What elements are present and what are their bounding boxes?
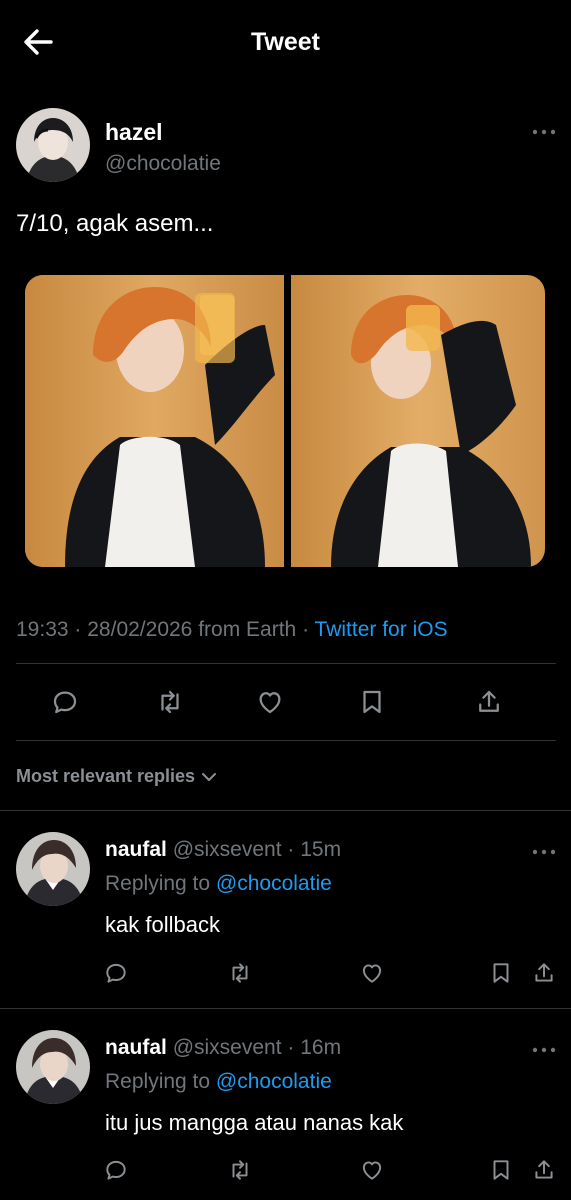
reply-button[interactable] xyxy=(98,1152,134,1188)
meta-separator: · xyxy=(74,618,82,641)
share-icon xyxy=(535,963,553,982)
reply-header: naufal @sixsevent · 16m xyxy=(105,1036,341,1060)
reply-more-button[interactable] xyxy=(532,1038,556,1059)
replying-to-label: Replying to xyxy=(105,872,211,895)
replies-sort-dropdown[interactable]: Most relevant replies xyxy=(16,766,217,787)
heart-icon xyxy=(259,692,281,714)
photo-1[interactable] xyxy=(25,275,284,567)
tweet-media[interactable] xyxy=(25,275,545,567)
photo-2[interactable] xyxy=(291,275,545,567)
like-button[interactable] xyxy=(252,684,288,720)
reply-avatar[interactable] xyxy=(16,1030,90,1104)
tweet-date: 28/02/2026 xyxy=(87,618,193,641)
like-button[interactable] xyxy=(354,955,390,991)
reply-avatar[interactable] xyxy=(16,832,90,906)
retweet-icon xyxy=(161,690,179,714)
comment-icon xyxy=(106,1160,126,1180)
tweet-text: 7/10, agak asem... xyxy=(16,210,214,237)
author-name[interactable]: hazel xyxy=(105,119,163,146)
reply-author-name[interactable]: naufal xyxy=(105,1036,167,1059)
replying-to: Replying to @chocolatie xyxy=(105,1070,332,1094)
reply-timestamp: 16m xyxy=(300,1036,342,1059)
reply-button[interactable] xyxy=(47,684,83,720)
author-handle[interactable]: @chocolatie xyxy=(105,152,221,176)
top-bar: Tweet xyxy=(0,0,571,88)
tweet-location: from Earth xyxy=(198,618,297,641)
divider xyxy=(16,663,556,664)
author-avatar[interactable] xyxy=(16,108,90,182)
page-title: Tweet xyxy=(251,28,320,56)
reply-author-handle[interactable]: @sixsevent xyxy=(173,1036,282,1059)
more-options-button[interactable] xyxy=(532,120,556,141)
divider xyxy=(0,1008,571,1009)
bookmark-button[interactable] xyxy=(354,684,390,720)
replying-to-handle[interactable]: @chocolatie xyxy=(216,872,332,895)
bookmark-icon xyxy=(493,1160,509,1180)
reply-button[interactable] xyxy=(98,955,134,991)
share-icon xyxy=(479,690,499,712)
share-button[interactable] xyxy=(526,1152,562,1188)
reply-text: itu jus mangga atau nanas kak xyxy=(105,1110,404,1135)
tweet-client-link[interactable]: Twitter for iOS xyxy=(315,618,448,641)
reply-author-name[interactable]: naufal xyxy=(105,838,167,861)
chevron-down-icon xyxy=(202,772,217,781)
comment-icon xyxy=(53,691,77,714)
comment-icon xyxy=(106,963,126,983)
replying-to-handle[interactable]: @chocolatie xyxy=(216,1070,332,1093)
bookmark-icon xyxy=(363,690,381,714)
replying-to: Replying to @chocolatie xyxy=(105,872,332,896)
retweet-button[interactable] xyxy=(222,955,258,991)
like-button[interactable] xyxy=(354,1152,390,1188)
bookmark-button[interactable] xyxy=(483,955,519,991)
reply-more-button[interactable] xyxy=(532,840,556,861)
reply-header: naufal @sixsevent · 15m xyxy=(105,838,341,862)
bookmark-icon xyxy=(493,963,509,983)
reply-timestamp: 15m xyxy=(300,838,342,861)
divider xyxy=(16,740,556,741)
reply-text: kak follback xyxy=(105,912,220,937)
retweet-button[interactable] xyxy=(222,1152,258,1188)
share-button[interactable] xyxy=(526,955,562,991)
retweet-icon xyxy=(232,963,248,983)
tweet-meta: 19:33 · 28/02/2026 from Earth · Twitter … xyxy=(16,618,448,642)
reply-separator: · xyxy=(287,838,295,861)
replies-sort-label: Most relevant replies xyxy=(16,766,196,786)
more-horizontal-icon xyxy=(532,849,556,855)
heart-icon xyxy=(362,964,382,983)
reply-author-handle[interactable]: @sixsevent xyxy=(173,838,282,861)
more-horizontal-icon xyxy=(532,129,556,135)
share-icon xyxy=(535,1160,553,1179)
share-button[interactable] xyxy=(471,684,507,720)
heart-icon xyxy=(362,1161,382,1180)
divider xyxy=(0,810,571,811)
reply-separator: · xyxy=(287,1036,295,1059)
more-horizontal-icon xyxy=(532,1047,556,1053)
bookmark-button[interactable] xyxy=(483,1152,519,1188)
retweet-icon xyxy=(232,1160,248,1180)
replying-to-label: Replying to xyxy=(105,1070,211,1093)
retweet-button[interactable] xyxy=(152,684,188,720)
meta-separator: · xyxy=(302,618,310,641)
tweet-time: 19:33 xyxy=(16,618,69,641)
